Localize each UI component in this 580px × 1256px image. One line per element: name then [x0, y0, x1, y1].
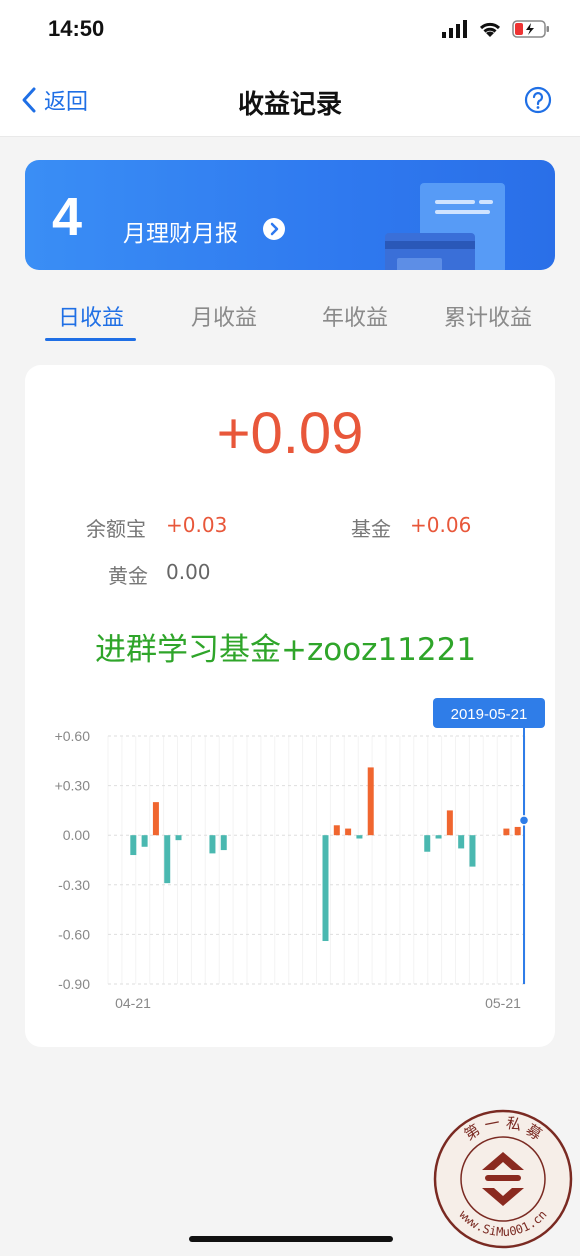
- yuebao-value: +0.03: [166, 513, 228, 537]
- fund-label: 基金: [351, 517, 391, 541]
- y-tick-label: +0.60: [55, 728, 91, 744]
- chart-bar: [503, 828, 510, 836]
- chevron-right-circle-icon: [263, 218, 285, 240]
- chart-bar: [152, 802, 159, 836]
- x-tick-label: 04-21: [115, 995, 151, 1011]
- fund-value: +0.06: [410, 513, 472, 537]
- simu-seal-logo: 第 一 私 募 www.SiMu001.cn: [433, 1109, 573, 1249]
- wifi-icon: [479, 22, 501, 37]
- chart-bar: [175, 835, 182, 841]
- selected-date-label: 2019-05-21: [451, 706, 528, 723]
- tab-cumulative[interactable]: 累计收益: [444, 300, 532, 332]
- chart-bar: [435, 835, 442, 839]
- report-illustration-icon: [385, 183, 505, 270]
- page-title: 收益记录: [237, 90, 342, 120]
- overlay-promo-text: 进群学习基金+zooz11221: [95, 632, 477, 668]
- banner-month: 4: [52, 187, 83, 247]
- status-icons: [442, 20, 550, 38]
- tab-yearly[interactable]: 年收益: [322, 300, 388, 332]
- y-tick-label: -0.60: [58, 926, 90, 942]
- help-button[interactable]: [524, 86, 552, 118]
- daily-earnings-chart[interactable]: +0.60 +0.30 0.00 -0.30 -0.60 -0.90 04-21 05-21 2…: [0, 690, 580, 1030]
- chart-bar: [367, 767, 374, 836]
- chart-bar: [333, 825, 340, 836]
- tab-indicator: [45, 338, 136, 341]
- yuebao-label: 余额宝: [86, 517, 146, 541]
- tab-daily[interactable]: 日收益: [58, 300, 124, 332]
- monthly-report-banner[interactable]: 4 月理财月报: [25, 160, 555, 270]
- chart-bar: [345, 828, 352, 836]
- status-bar: 14:50: [0, 0, 580, 62]
- chart-bar: [469, 835, 476, 867]
- navigation-bar: 返回 收益记录: [0, 62, 580, 137]
- home-indicator: [189, 1236, 393, 1242]
- period-tabs: 日收益 月收益 年收益 累计收益: [0, 290, 580, 342]
- chart-bar: [141, 835, 148, 847]
- question-circle-icon: [524, 86, 552, 114]
- y-tick-label: +0.30: [55, 778, 91, 794]
- chart-bar: [322, 835, 329, 942]
- chart-bar: [356, 835, 363, 839]
- y-tick-label: 0.00: [63, 827, 90, 843]
- chart-bar: [514, 826, 521, 836]
- status-time: 14:50: [48, 16, 105, 41]
- chart-bar: [458, 835, 465, 849]
- chart-bar: [164, 835, 171, 884]
- signal-icon: [442, 20, 467, 38]
- gold-value: 0.00: [166, 560, 211, 584]
- chart-bar: [446, 810, 453, 836]
- banner-text: 月理财月报: [123, 221, 238, 247]
- chart-bar: [130, 835, 137, 856]
- chart-bar: [424, 835, 431, 852]
- selection-point: [518, 815, 530, 826]
- tab-monthly[interactable]: 月收益: [191, 300, 257, 332]
- y-tick-label: -0.30: [58, 877, 90, 893]
- chart-bar: [209, 835, 216, 854]
- battery-charging-icon: [512, 20, 549, 38]
- chart-bar: [220, 835, 227, 851]
- x-tick-label: 05-21: [485, 995, 521, 1011]
- y-tick-label: -0.90: [58, 976, 90, 992]
- gold-label: 黄金: [108, 564, 148, 588]
- total-earnings: +0.09: [216, 401, 364, 466]
